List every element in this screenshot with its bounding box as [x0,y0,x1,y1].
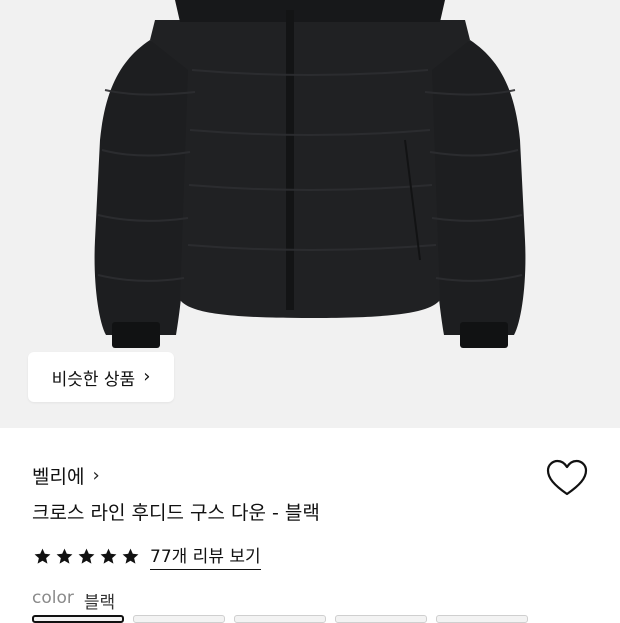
star-icon [34,548,51,564]
color-value: 블랙 [83,593,116,613]
color-swatch[interactable] [335,615,427,623]
color-label: color [32,588,74,608]
color-swatch-selected[interactable] [32,615,124,623]
brand-name: 벨리에 [32,466,85,488]
color-swatch[interactable] [234,615,326,623]
star-icon [100,548,117,564]
star-icon [78,548,95,564]
product-title: 크로스 라인 후디드 구스 다운 - 블랙 [32,502,320,524]
similar-products-button[interactable]: 비슷한 상품 › [28,352,174,402]
color-row: color 블랙 [32,588,115,613]
star-icon [122,548,139,564]
rating-row: 77개 리뷰 보기 [33,542,261,570]
reviews-link[interactable]: 77개 리뷰 보기 [150,542,261,570]
color-swatch[interactable] [436,615,528,623]
product-image-area[interactable]: 비슷한 상품 › [0,0,620,428]
chevron-right-icon: › [143,366,151,387]
similar-products-label: 비슷한 상품 [51,369,136,390]
wishlist-heart-icon[interactable] [544,456,590,502]
star-icon [56,548,73,564]
chevron-right-icon: › [92,465,100,486]
rating-stars [33,547,140,566]
brand-link[interactable]: 벨리에 › [32,462,100,489]
color-swatch[interactable] [133,615,225,623]
